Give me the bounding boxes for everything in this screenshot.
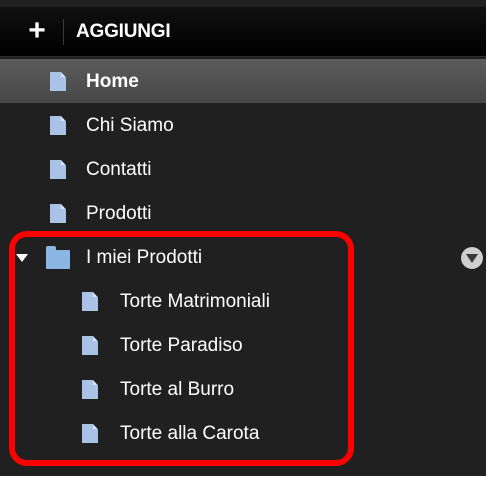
page-icon <box>50 72 66 91</box>
page-icon <box>50 116 66 135</box>
tree-item-label: Torte alla Carota <box>120 423 260 444</box>
tree-item-label: Torte Paradiso <box>120 335 243 356</box>
page-icon <box>50 204 66 223</box>
tree-item-label: Prodotti <box>86 203 152 224</box>
add-button[interactable]: AGGIUNGI <box>76 21 171 43</box>
tree-folder-i-miei-prodotti[interactable]: I miei Prodotti <box>0 235 486 279</box>
toolbar-divider <box>63 19 64 45</box>
folder-icon <box>46 246 70 269</box>
page-icon <box>50 160 66 179</box>
tree-item-torte-paradiso[interactable]: Torte Paradiso <box>0 323 486 367</box>
page-icon <box>82 292 98 311</box>
tree-item-label: Chi Siamo <box>86 115 174 136</box>
tree-item-torte-alla-carota[interactable]: Torte alla Carota <box>0 411 486 455</box>
tree-item-prodotti[interactable]: Prodotti <box>0 191 486 235</box>
tree-item-torte-matrimoniali[interactable]: Torte Matrimoniali <box>0 279 486 323</box>
tree-item-label: I miei Prodotti <box>86 247 203 268</box>
tree-item-torte-al-burro[interactable]: Torte al Burro <box>0 367 486 411</box>
page-margin-right <box>486 0 496 486</box>
tree-item-label: Home <box>86 71 139 92</box>
tree-item-label: Torte Matrimoniali <box>120 291 270 312</box>
expand-arrow-icon[interactable] <box>16 254 28 262</box>
page-icon <box>82 380 98 399</box>
tree-item-contatti[interactable]: Contatti <box>0 147 486 191</box>
tree-item-chi-siamo[interactable]: Chi Siamo <box>0 103 486 147</box>
page-margin-bottom <box>0 476 496 486</box>
page-icon <box>82 336 98 355</box>
toolbar: + AGGIUNGI <box>0 7 486 57</box>
page-tree-panel: + AGGIUNGI Home Chi Siamo Contatti Prodo… <box>0 0 496 486</box>
tree-item-label: Contatti <box>86 159 152 180</box>
plus-icon[interactable]: + <box>22 16 52 46</box>
tree-item-home[interactable]: Home <box>0 59 486 103</box>
page-icon <box>82 424 98 443</box>
tree-item-label: Torte al Burro <box>120 379 235 400</box>
options-dropdown-icon[interactable] <box>461 247 483 269</box>
